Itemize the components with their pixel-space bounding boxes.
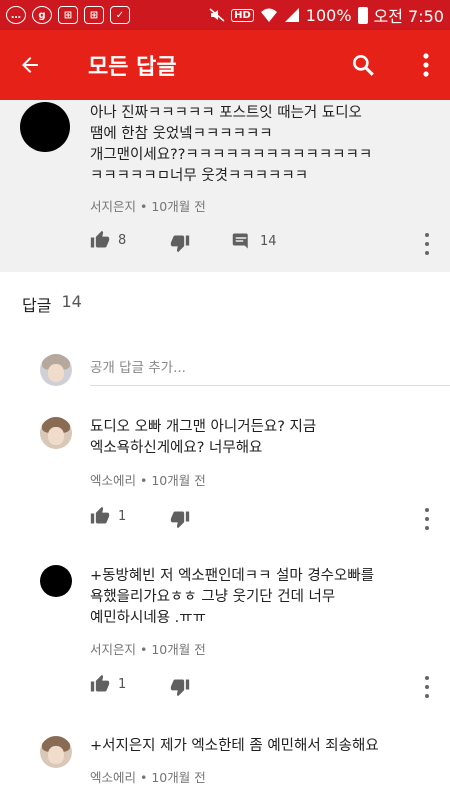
like-button[interactable]: 1 (90, 674, 126, 694)
reply-text-line: 욕했을리가요ㅎㅎ 그냥 웃기단 건데 너무 (90, 589, 336, 605)
thumb-down-icon (170, 235, 190, 253)
replies-header: 답글 14 (22, 292, 82, 316)
reply-text-line: 예민하시네용 .ㅠㅠ (90, 610, 206, 626)
page-title: 모든 답글 (88, 55, 177, 80)
avatar[interactable] (40, 565, 72, 597)
arrow-back-icon (22, 57, 38, 73)
system-icons: HD 100% 오전 7:50 (209, 3, 444, 27)
more-vert-icon (423, 53, 429, 77)
search-button[interactable] (346, 48, 380, 82)
thumb-up-icon (90, 230, 110, 248)
signal-icon (284, 8, 299, 22)
reply-text-line: +동방혜빈 저 엑소팬인데ㅋㅋ 설마 경수오빠를 (90, 568, 375, 584)
thumb-down-icon (170, 679, 190, 697)
comment-text-line: 땜에 한참 웃었넼ㅋㅋㅋㅋㅋㅋ (90, 126, 273, 142)
reply-count-button[interactable]: 14 (232, 232, 277, 250)
parent-comment: 아나 진짜ㅋㅋㅋㅋㅋ 포스트잇 때는거 됴디오 땜에 한참 웃었넼ㅋㅋㅋㅋㅋㅋ … (0, 100, 450, 272)
avatar[interactable] (40, 417, 72, 449)
reply-meta: 엑소에리 • 10개월 전 (90, 770, 206, 785)
reply-count: 14 (260, 233, 277, 249)
thumb-up-icon (90, 506, 110, 524)
like-count: 8 (118, 232, 127, 248)
reply-meta: 서지은지 • 10개월 전 (90, 642, 206, 657)
dislike-button[interactable] (170, 509, 190, 529)
avatar[interactable] (40, 736, 72, 768)
app-bar: 모든 답글 (0, 30, 450, 100)
replies-count: 14 (61, 292, 82, 311)
avatar (40, 354, 72, 386)
app-icon: ⊞ (58, 6, 78, 24)
hd-icon: HD (231, 8, 254, 22)
clock: 오전 7:50 (373, 7, 444, 26)
wifi-icon (260, 8, 277, 22)
thumb-up-icon (90, 674, 110, 692)
app-icon: ⊞ (84, 6, 104, 24)
message-icon: … (6, 6, 26, 24)
thumb-down-icon (170, 511, 190, 529)
add-reply-input[interactable]: 공개 답글 추가... (90, 356, 450, 386)
comment-text-line: ㅋㅋㅋㅋㅋㅁ너무 웃겻ㅋㅋㅋㅋㅋㅋ (90, 168, 309, 184)
comment-icon (232, 233, 248, 249)
comment-menu-button[interactable] (424, 233, 430, 255)
comment-meta: 서지은지 • 10개월 전 (90, 199, 206, 214)
like-button[interactable]: 1 (90, 506, 126, 526)
comment-text-line: 개그맨이세요??ㅋㅋㅋㅋㅋㅋㅋㅋㅋㅋㅋㅋㅋㅋ (90, 147, 373, 163)
g-icon: g (32, 6, 52, 24)
dislike-button[interactable] (170, 677, 190, 697)
comment-menu-button[interactable] (424, 676, 430, 698)
avatar[interactable] (20, 102, 70, 152)
like-count: 1 (118, 508, 127, 524)
battery-icon (357, 6, 368, 24)
mute-icon (209, 8, 225, 22)
more-options-button[interactable] (416, 48, 436, 82)
clipboard-icon: ✓ (110, 6, 130, 24)
status-bar: … g ⊞ ⊞ ✓ HD 100% 오전 7:50 (0, 0, 450, 30)
comment-menu-button[interactable] (424, 508, 430, 530)
replies-label: 답글 (22, 296, 52, 315)
battery-percent: 100% (305, 5, 352, 25)
reply-text-line: 엑소욕하신게에요? 너무해요 (90, 440, 263, 456)
reply-meta: 엑소에리 • 10개월 전 (90, 473, 206, 488)
notification-icons: … g ⊞ ⊞ ✓ (6, 6, 130, 24)
reply-text-line: 됴디오 오빠 개그맨 아니거든요? 지금 (90, 419, 317, 435)
like-count: 1 (118, 676, 127, 692)
dislike-button[interactable] (170, 233, 190, 253)
reply-text-line: +서지은지 제가 엑소한테 좀 예민해서 죄송해요 (90, 738, 379, 754)
search-icon (353, 55, 374, 76)
like-button[interactable]: 8 (90, 230, 126, 250)
back-button[interactable] (0, 30, 60, 100)
comment-text-line: 아나 진짜ㅋㅋㅋㅋㅋ 포스트잇 때는거 됴디오 (90, 105, 362, 121)
